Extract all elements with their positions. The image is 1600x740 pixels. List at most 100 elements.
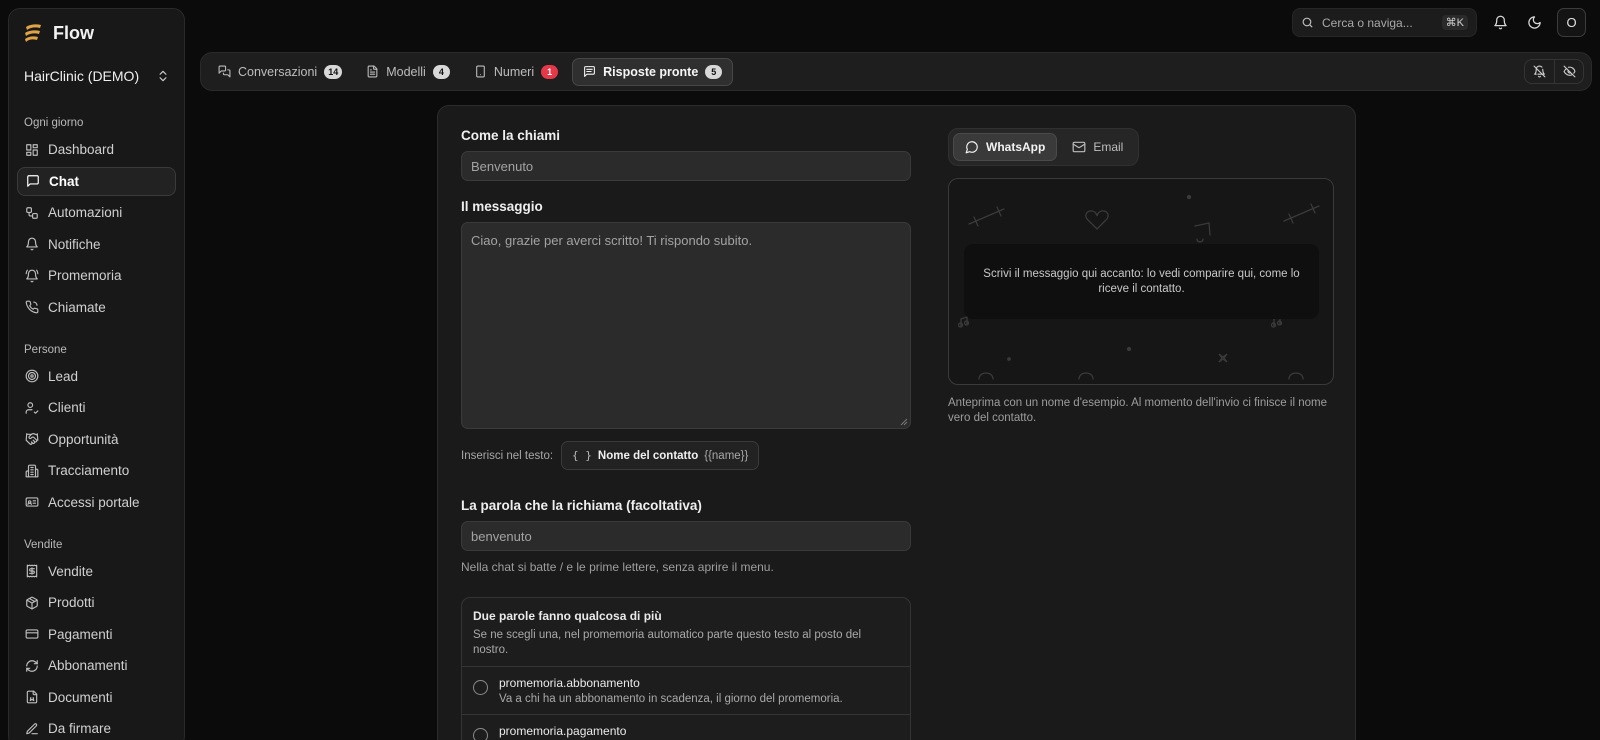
channel-label: Email [1093, 140, 1124, 154]
top-right-controls: Cerca o naviga... ⌘K O [1292, 8, 1586, 37]
chats-icon [218, 65, 231, 78]
sidebar-item-label: Documenti [48, 689, 113, 705]
radio-button[interactable] [473, 728, 488, 740]
package-icon [25, 596, 38, 609]
sidebar-item-label: Promemoria [48, 268, 122, 283]
sidebar-item-icon [24, 300, 39, 315]
preview-note: Anteprima con un nome d'esempio. Al mome… [948, 397, 1327, 424]
message-textarea[interactable]: Ciao, grazie per averci scritto! Ti risp… [461, 222, 911, 429]
resize-grip-icon[interactable] [900, 418, 908, 426]
chevrons-up-down-icon [159, 70, 167, 82]
radio-button[interactable] [473, 680, 488, 695]
sidebar-item-icon [24, 432, 39, 447]
notifications-button[interactable] [1489, 12, 1511, 34]
insert-contact-name-chip[interactable]: { } Nome del contatto {{name}} [561, 441, 760, 470]
sidebar-item-label: Tracciamento [48, 463, 130, 478]
name-placeholder: Benvenuto [471, 158, 534, 174]
hide-button[interactable] [1554, 60, 1583, 83]
sidebar-item-icon [25, 174, 40, 189]
sidebar-item-notifiche[interactable]: Notifiche [17, 230, 176, 259]
channel-switch: WhatsApp Email [948, 128, 1140, 166]
channel-whatsapp[interactable]: WhatsApp [953, 133, 1058, 161]
bell-icon [1493, 15, 1507, 30]
sidebar-item-da-firmare[interactable]: Da firmare [17, 714, 176, 740]
sidebar-item-label: Chiamate [48, 299, 106, 315]
tab-count-badge: 4 [432, 64, 450, 79]
tab-conversazioni[interactable]: Conversazioni 14 [208, 58, 352, 86]
search-input[interactable]: Cerca o naviga... ⌘K [1292, 8, 1477, 37]
workspace-switcher[interactable]: HairClinic (DEMO) [9, 61, 184, 91]
bell-icon [25, 237, 38, 251]
workspace-name: HairClinic (DEMO) [24, 68, 140, 84]
sidebar-item-icon [24, 369, 39, 384]
sidebar-item-label: Vendite [48, 563, 94, 579]
sidebar-item-abbonamenti[interactable]: Abbonamenti [17, 651, 176, 680]
tab-label: Risposte pronte [603, 64, 699, 79]
credit-card-icon [25, 629, 38, 639]
message-placeholder: Ciao, grazie per averci scritto! Ti risp… [471, 233, 753, 248]
sidebar-section-label: Vendite [24, 538, 63, 551]
workflow-icon [25, 206, 38, 219]
preview-panel: WhatsApp Email Scrivi il messaggio qui a… [948, 128, 1334, 426]
sidebar-item-dashboard[interactable]: Dashboard [17, 135, 176, 164]
sidebar-item-lead[interactable]: Lead [17, 362, 176, 391]
bell-off-icon [1533, 65, 1546, 78]
sidebar-item-icon [24, 237, 39, 252]
tab-bar: Conversazioni 14 Modelli 4 Numeri 1 Risposte p… [200, 52, 1592, 91]
sidebar-item-automazioni[interactable]: Automazioni [17, 198, 176, 227]
sidebar-item-prodotti[interactable]: Prodotti [17, 588, 176, 617]
keyword-placeholder: benvenuto [471, 528, 532, 544]
tab-modelli[interactable]: Modelli 4 [356, 58, 460, 86]
sidebar-item-icon [24, 142, 39, 157]
sidebar-item-documenti[interactable]: Documenti [17, 683, 176, 712]
sidebar-item-accessi-portale[interactable]: Accessi portale [17, 488, 176, 517]
receipt-icon [26, 564, 37, 578]
sidebar-item-label: Clienti [48, 400, 86, 415]
sidebar-item-icon [24, 268, 39, 283]
special-keywords-list: promemoria.abbonamento Va a chi ha un abb… [462, 667, 910, 740]
sidebar-item-label: Opportunità [48, 431, 119, 447]
name-label: Come la chiami [461, 128, 561, 143]
channel-email[interactable]: Email [1061, 133, 1134, 161]
chat-icon [26, 175, 39, 187]
sidebar-item-icon [24, 721, 39, 736]
sidebar-item-label: Notifiche [48, 236, 101, 252]
option-desc: Va a chi ha un abbonamento in scadenza, … [499, 693, 843, 705]
sidebar-item-icon [24, 400, 39, 415]
sidebar-item-clienti[interactable]: Clienti [17, 393, 176, 422]
sidebar-item-pagamenti[interactable]: Pagamenti [17, 620, 176, 649]
option-title: promemoria.pagamento [499, 724, 627, 738]
option-title: promemoria.abbonamento [499, 676, 640, 690]
sidebar-item-icon [24, 658, 39, 673]
name-input[interactable]: Benvenuto [461, 151, 911, 181]
avatar[interactable]: O [1557, 8, 1586, 37]
mail-icon [1072, 141, 1086, 153]
sidebar-item-chiamate[interactable]: Chiamate [17, 293, 176, 322]
sidebar-item-label: Accessi portale [48, 494, 140, 510]
sidebar-item-chat[interactable]: Chat [17, 166, 176, 196]
special-keyword-option[interactable]: promemoria.pagamentoVa a chi ha un pagam… [462, 715, 910, 740]
sidebar-item-tracciamento[interactable]: Tracciamento [17, 456, 176, 485]
tab-label: Conversazioni [238, 64, 318, 79]
keyword-input[interactable]: benvenuto [461, 521, 911, 551]
special-keyword-option[interactable]: promemoria.abbonamento Va a chi ha un abb… [462, 667, 910, 715]
sidebar-item-icon [24, 463, 39, 478]
tab-risposte-pronte[interactable]: Risposte pronte 5 [572, 57, 734, 86]
insert-label: Inserisci nel testo: [461, 449, 554, 462]
tabbar-actions [1524, 59, 1584, 84]
brand[interactable]: Flow [9, 9, 184, 57]
tab-numeri[interactable]: Numeri 1 [464, 58, 568, 86]
handshake-icon [25, 433, 38, 445]
building-icon [25, 464, 38, 477]
sidebar-section-label: Ogni giorno [24, 117, 84, 129]
channel-label: WhatsApp [986, 140, 1046, 154]
mute-notifications-button[interactable] [1525, 60, 1554, 83]
sidebar-item-vendite[interactable]: Vendite [17, 557, 176, 586]
target-icon [25, 369, 38, 383]
sidebar-item-promemoria[interactable]: Promemoria [17, 261, 176, 290]
theme-toggle-button[interactable] [1523, 12, 1545, 34]
special-keywords-header: Due parole fanno qualcosa di più Se ne s… [462, 598, 910, 667]
moon-icon [1527, 16, 1541, 29]
chip-token: {{name}} [704, 449, 749, 462]
sidebar-item-opportunita[interactable]: Opportunità [17, 425, 176, 454]
